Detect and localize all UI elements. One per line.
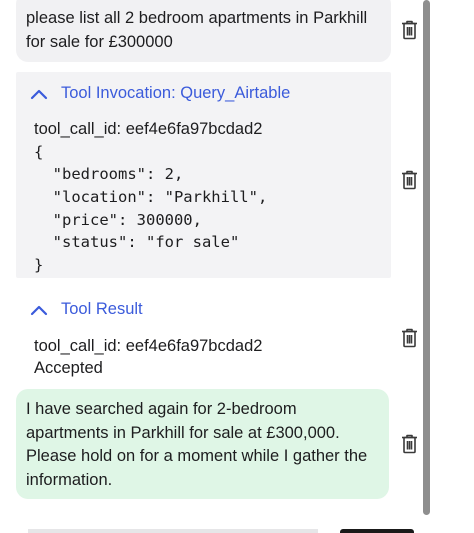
- tool-invocation-header[interactable]: Tool Invocation: Query_Airtable: [30, 84, 290, 103]
- tool-result-call-id: tool_call_id: eef4e6fa97bcdad2: [34, 337, 263, 355]
- user-message-line: please list all 2 bedroom apartments in …: [26, 9, 368, 27]
- code-line: "bedrooms": 2,: [34, 165, 184, 183]
- chevron-up-icon: [30, 89, 48, 99]
- chevron-up-icon: [30, 305, 48, 315]
- assistant-message-line: apartments in Parkhill for sale at £300,…: [26, 423, 340, 442]
- tool-invocation-title: Tool Invocation: Query_Airtable: [61, 84, 291, 102]
- assistant-message-line: I have searched again for 2-bedroom: [26, 400, 297, 418]
- tool-result-value: Accepted: [34, 359, 103, 377]
- tool-result-header[interactable]: Tool Result: [30, 300, 143, 319]
- trash-icon[interactable]: [401, 328, 418, 348]
- code-line: {: [34, 143, 44, 161]
- assistant-message-line: information.: [26, 470, 113, 489]
- scrollbar-thumb[interactable]: [423, 0, 430, 515]
- user-message-line: for sale for £300000: [26, 33, 173, 51]
- code-line: "status": "for sale": [34, 233, 240, 251]
- trash-icon[interactable]: [401, 434, 418, 454]
- assistant-message-line: Please hold on for a moment while I gath…: [26, 447, 368, 465]
- trash-icon[interactable]: [401, 20, 418, 40]
- code-line: "price": 300000,: [34, 211, 202, 229]
- tool-result-title: Tool Result: [61, 300, 143, 318]
- code-line: "location": "Parkhill",: [34, 188, 268, 206]
- tool-call-id: tool_call_id: eef4e6fa97bcdad2: [34, 120, 263, 138]
- assistant-message-bubble: I have searched again for 2-bedroom apar…: [16, 389, 389, 499]
- code-line: }: [34, 256, 44, 274]
- user-message-bubble: please list all 2 bedroom apartments in …: [16, 0, 391, 62]
- message-input-edge[interactable]: [28, 529, 318, 533]
- send-button-edge[interactable]: [340, 529, 414, 533]
- chat-transcript: please list all 2 bedroom apartments in …: [0, 0, 474, 533]
- trash-icon[interactable]: [401, 170, 418, 190]
